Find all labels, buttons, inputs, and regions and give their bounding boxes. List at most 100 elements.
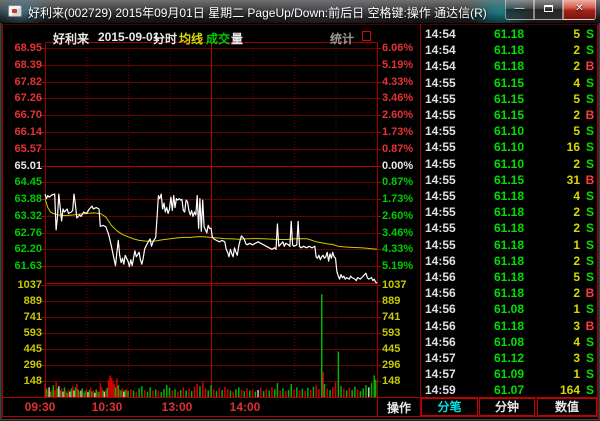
footer-tab-2[interactable]: 数值 bbox=[537, 398, 597, 416]
tick-flag: S bbox=[583, 27, 597, 41]
percent-axis-label: 4.33% bbox=[382, 77, 422, 88]
tick-volume: 2 bbox=[526, 254, 580, 268]
tick-row: 14:55 61.10 2 S bbox=[420, 157, 598, 173]
tick-row: 14:55 61.18 2 S bbox=[420, 205, 598, 221]
tick-volume: 4 bbox=[526, 76, 580, 90]
price-axis-label: 67.82 bbox=[2, 77, 42, 88]
tick-flag: S bbox=[583, 335, 597, 349]
volume-axis-label: 445 bbox=[2, 344, 42, 355]
maximize-icon bbox=[544, 5, 553, 12]
percent-axis-label: 0.00% bbox=[382, 161, 422, 172]
tick-flag: B bbox=[583, 108, 597, 122]
tick-price: 61.08 bbox=[458, 302, 524, 316]
tick-price: 61.08 bbox=[458, 335, 524, 349]
tick-price: 61.15 bbox=[458, 173, 524, 187]
volume-axis-label: 889 bbox=[2, 296, 42, 307]
stats-panel-toggle-icon[interactable] bbox=[362, 31, 371, 41]
period-label: 分时 bbox=[153, 30, 177, 47]
stats-label[interactable]: 统计 bbox=[330, 30, 354, 47]
tick-row: 14:56 61.08 1 S bbox=[420, 302, 598, 318]
price-axis-label: 65.57 bbox=[2, 144, 42, 155]
price-axis-label: 66.70 bbox=[2, 110, 42, 121]
tick-flag: S bbox=[583, 43, 597, 57]
tick-price: 61.18 bbox=[458, 43, 524, 57]
tick-flag: S bbox=[583, 302, 597, 316]
volume-axis-label: 889 bbox=[382, 296, 422, 307]
chart-date-label: 2015-09-01 bbox=[98, 30, 159, 44]
percent-axis-label: 3.46% bbox=[382, 93, 422, 104]
price-axis-label: 65.01 bbox=[2, 161, 42, 172]
tick-price: 61.18 bbox=[458, 59, 524, 73]
tick-price: 61.15 bbox=[458, 108, 524, 122]
tick-row: 14:55 61.15 2 B bbox=[420, 108, 598, 124]
tick-flag: S bbox=[583, 92, 597, 106]
app-icon bbox=[8, 5, 22, 17]
ma-indicator-label[interactable]: 均线 bbox=[179, 30, 203, 47]
price-axis-label: 63.88 bbox=[2, 194, 42, 205]
percent-axis-label: 1.73% bbox=[382, 127, 422, 138]
tick-volume: 3 bbox=[526, 351, 580, 365]
percent-axis-label: 2.60% bbox=[382, 110, 422, 121]
volume-axis-label: 296 bbox=[382, 360, 422, 371]
tick-volume: 5 bbox=[526, 27, 580, 41]
tick-row: 14:57 61.12 3 S bbox=[420, 351, 598, 367]
volume-indicator-label2: 量 bbox=[231, 30, 243, 47]
volume-axis-label: 741 bbox=[2, 312, 42, 323]
tick-volume: 2 bbox=[526, 59, 580, 73]
percent-axis-label: 0.87% bbox=[382, 177, 422, 188]
percent-axis-label: 0.87% bbox=[382, 144, 422, 155]
tick-price: 61.18 bbox=[458, 270, 524, 284]
tick-volume: 164 bbox=[526, 383, 580, 397]
tick-flag: S bbox=[583, 367, 597, 381]
minimize-button[interactable]: — bbox=[505, 0, 534, 20]
tick-volume: 1 bbox=[526, 238, 580, 252]
tick-flag: S bbox=[583, 140, 597, 154]
percent-axis-label: 6.06% bbox=[382, 43, 422, 54]
tick-flag: B bbox=[583, 319, 597, 333]
tick-row: 14:56 61.18 5 S bbox=[420, 270, 598, 286]
footer-tab-1[interactable]: 分钟 bbox=[479, 398, 535, 416]
tick-row: 14:55 61.18 1 S bbox=[420, 238, 598, 254]
volume-indicator-label[interactable]: 成交 bbox=[206, 30, 230, 47]
tick-price: 61.09 bbox=[458, 367, 524, 381]
tick-flag: S bbox=[583, 157, 597, 171]
tick-volume: 1 bbox=[526, 302, 580, 316]
percent-axis-label: 1.73% bbox=[382, 194, 422, 205]
tick-row: 14:56 61.18 2 S bbox=[420, 254, 598, 270]
operate-button[interactable]: 操作 bbox=[378, 400, 420, 417]
footer-tab-0[interactable]: 分笔 bbox=[421, 398, 478, 416]
tick-price: 61.18 bbox=[458, 238, 524, 252]
time-axis-label: 14:00 bbox=[222, 400, 268, 414]
tick-row: 14:55 61.15 31 B bbox=[420, 173, 598, 189]
tick-volume: 1 bbox=[526, 367, 580, 381]
tick-volume: 5 bbox=[526, 92, 580, 106]
tick-volume: 5 bbox=[526, 270, 580, 284]
tick-trade-list: 14:54 61.18 5 S 14:54 61.18 2 S 14:54 61… bbox=[420, 27, 598, 403]
price-axis-label: 63.32 bbox=[2, 211, 42, 222]
volume-axis-label: 148 bbox=[382, 376, 422, 387]
tick-row: 14:55 61.15 5 S bbox=[420, 92, 598, 108]
maximize-button[interactable] bbox=[534, 0, 563, 20]
tick-flag: S bbox=[583, 238, 597, 252]
close-button[interactable]: ✕ bbox=[563, 0, 596, 20]
price-axis-label: 68.95 bbox=[2, 43, 42, 54]
tick-flag: S bbox=[583, 254, 597, 268]
tick-flag: B bbox=[583, 286, 597, 300]
tick-row: 14:56 61.18 3 B bbox=[420, 319, 598, 335]
tick-price: 61.10 bbox=[458, 124, 524, 138]
tick-volume: 4 bbox=[526, 189, 580, 203]
price-axis-label: 62.76 bbox=[2, 228, 42, 239]
percent-axis-label: 2.60% bbox=[382, 211, 422, 222]
tick-row: 14:55 61.18 2 S bbox=[420, 221, 598, 237]
percent-axis-label: 3.46% bbox=[382, 228, 422, 239]
price-axis-label: 62.20 bbox=[2, 244, 42, 255]
price-axis-label: 64.45 bbox=[2, 177, 42, 188]
tick-volume: 2 bbox=[526, 157, 580, 171]
tick-flag: B bbox=[583, 59, 597, 73]
tick-flag: B bbox=[583, 173, 597, 187]
tick-row: 14:55 61.10 5 S bbox=[420, 124, 598, 140]
title-bar[interactable]: 好利来(002729) 2015年09月01日 星期二 PageUp/Down:… bbox=[0, 0, 600, 23]
tick-row: 14:55 61.18 4 S bbox=[420, 189, 598, 205]
tick-flag: S bbox=[583, 351, 597, 365]
tick-row: 14:54 61.18 2 S bbox=[420, 43, 598, 59]
